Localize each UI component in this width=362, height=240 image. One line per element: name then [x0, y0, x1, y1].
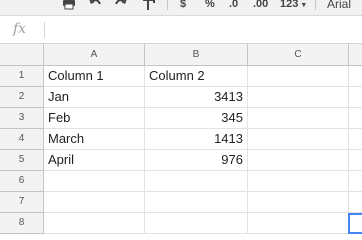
- cell-d7[interactable]: [349, 192, 362, 213]
- selected-cell-indicator: [348, 213, 362, 234]
- cell-b1[interactable]: Column 2: [145, 66, 248, 87]
- cell-b6[interactable]: [145, 171, 248, 192]
- cell-c3[interactable]: [248, 108, 349, 129]
- cell-c1[interactable]: [248, 66, 349, 87]
- cell-a3[interactable]: Feb: [44, 108, 145, 129]
- redo-icon[interactable]: [114, 0, 128, 12]
- toolbar: $ % .0 .00 123 ▼ Arial: [0, 0, 362, 16]
- cell-b7[interactable]: [145, 192, 248, 213]
- row-header-5[interactable]: 5: [0, 150, 44, 171]
- row-header-1[interactable]: 1: [0, 66, 44, 87]
- formula-input[interactable]: [48, 22, 348, 38]
- column-header-a[interactable]: A: [44, 44, 145, 66]
- more-formats-button[interactable]: 123 ▼: [280, 0, 307, 12]
- increase-decimal-button[interactable]: .00: [253, 0, 268, 12]
- cell-b2[interactable]: 3413: [145, 87, 248, 108]
- percent-format-button[interactable]: %: [205, 0, 215, 12]
- cell-d1[interactable]: [349, 66, 362, 87]
- cell-d6[interactable]: [349, 171, 362, 192]
- spreadsheet-app: $ % .0 .00 123 ▼ Arial fx A B C 1 Column …: [0, 0, 362, 235]
- cell-b3[interactable]: 345: [145, 108, 248, 129]
- cell-a7[interactable]: [44, 192, 145, 213]
- currency-format-button[interactable]: $: [180, 0, 186, 12]
- chevron-down-icon: ▼: [300, 2, 308, 9]
- row-header-8[interactable]: 8: [0, 213, 44, 234]
- cell-a6[interactable]: [44, 171, 145, 192]
- row-header-3[interactable]: 3: [0, 108, 44, 129]
- formula-bar: fx: [0, 16, 362, 44]
- toolbar-divider: [315, 0, 316, 10]
- column-header-b[interactable]: B: [145, 44, 248, 66]
- sheet-grid: A B C 1 Column 1 Column 2 2 Jan 3413 3 F…: [0, 44, 362, 235]
- select-all-corner[interactable]: [0, 44, 44, 66]
- cell-a8[interactable]: [44, 213, 145, 234]
- cell-c4[interactable]: [248, 129, 349, 150]
- cell-c2[interactable]: [248, 87, 349, 108]
- cell-a5[interactable]: April: [44, 150, 145, 171]
- cell-c6[interactable]: [248, 171, 349, 192]
- cell-d5[interactable]: [349, 150, 362, 171]
- row-header-7[interactable]: 7: [0, 192, 44, 213]
- cell-b4[interactable]: 1413: [145, 129, 248, 150]
- decrease-decimal-button[interactable]: .0: [229, 0, 238, 12]
- formula-divider: [44, 22, 45, 38]
- column-header-c[interactable]: C: [248, 44, 349, 66]
- cell-d2[interactable]: [349, 87, 362, 108]
- cell-a4[interactable]: March: [44, 129, 145, 150]
- more-formats-label: 123: [280, 0, 299, 10]
- toolbar-divider: [167, 0, 168, 10]
- cell-d3[interactable]: [349, 108, 362, 129]
- fx-icon: fx: [13, 21, 27, 37]
- cell-a1[interactable]: Column 1: [44, 66, 145, 87]
- column-header-d[interactable]: [349, 44, 362, 66]
- cell-b8[interactable]: [145, 213, 248, 234]
- cell-d4[interactable]: [349, 129, 362, 150]
- cell-c5[interactable]: [248, 150, 349, 171]
- row-header-2[interactable]: 2: [0, 87, 44, 108]
- cell-c8[interactable]: [248, 213, 349, 234]
- row-header-6[interactable]: 6: [0, 171, 44, 192]
- cell-a2[interactable]: Jan: [44, 87, 145, 108]
- font-family-select[interactable]: Arial: [327, 0, 351, 12]
- undo-icon[interactable]: [88, 0, 102, 12]
- print-icon[interactable]: [62, 0, 76, 12]
- row-header-4[interactable]: 4: [0, 129, 44, 150]
- cell-b5[interactable]: 976: [145, 150, 248, 171]
- paint-format-icon[interactable]: [143, 0, 155, 12]
- cell-c7[interactable]: [248, 192, 349, 213]
